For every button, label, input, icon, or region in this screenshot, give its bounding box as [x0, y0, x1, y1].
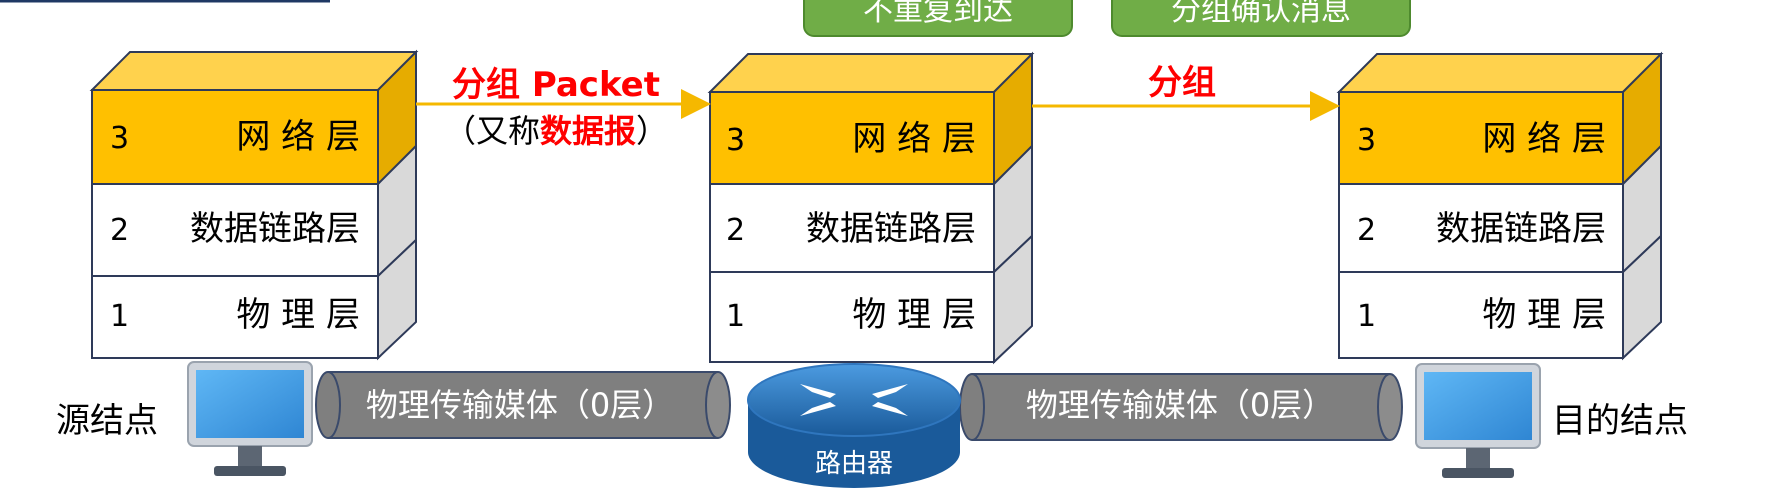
arrow1-sub-suffix: ）: [636, 112, 668, 150]
arrow1-subtitle: （又称数据报）: [444, 112, 668, 150]
stack-source: 3 网 络 层 2 数据链路层 1 物 理 层: [89, 49, 419, 361]
source-label: 源结点: [56, 401, 158, 441]
layer-number: 1: [1357, 299, 1376, 334]
transmission-medium-right: 物理传输媒体（0层）: [959, 373, 1403, 441]
computer-icon: [1415, 363, 1541, 478]
layer-name: 物 理 层: [1482, 295, 1606, 335]
layer-number: 2: [1357, 213, 1376, 248]
layer-number: 3: [110, 121, 129, 156]
layer-name: 数据链路层: [190, 209, 360, 249]
router-icon: 路由器: [747, 363, 961, 488]
arrow2-title: 分组: [1148, 63, 1216, 103]
layer-number: 1: [726, 299, 745, 334]
layer-name: 网 络 层: [1482, 119, 1606, 159]
layer-number: 3: [1357, 123, 1376, 158]
layer-number: 2: [726, 213, 745, 248]
top-box-1: 不重复到达: [803, 0, 1073, 37]
medium-label: 物理传输媒体（0层）: [1026, 386, 1334, 424]
arrow1-sub-prefix: （又称: [444, 112, 540, 150]
top-box-2-label: 分组确认消息: [1171, 0, 1351, 28]
layer-name: 物 理 层: [236, 295, 360, 335]
layer-name: 物 理 层: [852, 295, 976, 335]
computer-icon: [187, 361, 313, 476]
top-box-1-label: 不重复到达: [863, 0, 1013, 28]
arrow1-sub-emph: 数据报: [540, 112, 636, 150]
layer-number: 3: [726, 123, 745, 158]
layer-number: 2: [110, 213, 129, 248]
layer-name: 网 络 层: [236, 117, 360, 157]
layer-number: 1: [110, 299, 129, 334]
medium-label: 物理传输媒体（0层）: [366, 386, 674, 424]
layer-name: 数据链路层: [806, 209, 976, 249]
stack-router: 3 网 络 层 2 数据链路层 1 物 理 层: [707, 51, 1035, 365]
arrow1-title: 分组 Packet: [452, 65, 660, 105]
layer-name: 数据链路层: [1436, 209, 1606, 249]
layer-name: 网 络 层: [852, 119, 976, 159]
top-box-2: 分组确认消息: [1111, 0, 1411, 37]
router-label: 路由器: [815, 449, 893, 479]
transmission-medium-left: 物理传输媒体（0层）: [315, 371, 731, 439]
dest-label: 目的结点: [1552, 401, 1688, 441]
stack-destination: 3 网 络 层 2 数据链路层 1 物 理 层: [1336, 51, 1664, 361]
